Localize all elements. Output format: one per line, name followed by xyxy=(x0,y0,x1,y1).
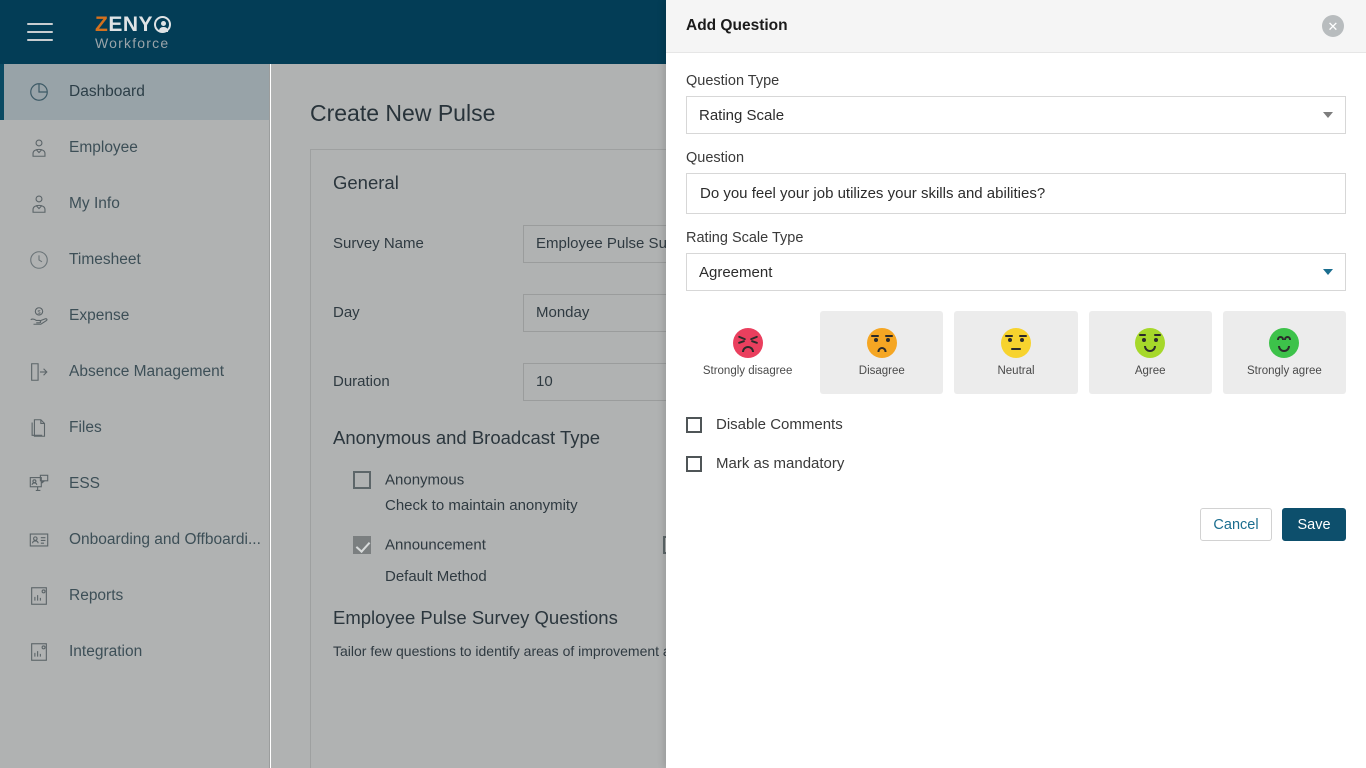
sidebar-item-integration[interactable]: Integration xyxy=(0,624,269,680)
logo-subtitle: Workforce xyxy=(95,35,170,51)
modal-title: Add Question xyxy=(686,17,788,34)
question-type-group: Question Type Rating Scale xyxy=(686,73,1346,134)
rating-scale-type-group: Rating Scale Type Agreement xyxy=(686,230,1346,291)
checkbox-label: Disable Comments xyxy=(716,416,843,433)
label-survey-name: Survey Name xyxy=(333,235,424,252)
hamburger-icon[interactable] xyxy=(27,23,53,41)
label-question: Question xyxy=(686,150,745,166)
sidebar-item-label: Onboarding and Offboardi... xyxy=(69,531,261,548)
checkbox-row-mark-as-mandatory[interactable]: Mark as mandatory xyxy=(686,455,1346,472)
close-circle-icon[interactable]: ✕ xyxy=(1322,15,1344,37)
sidebar-item-label: Dashboard xyxy=(69,83,145,100)
modal-checkbox-group: Disable Comments Mark as mandatory xyxy=(686,416,1346,472)
rating-option-label: Agree xyxy=(1134,365,1166,378)
question-group: Question Do you feel your job utilizes y… xyxy=(686,150,1346,214)
rating-option-agree[interactable]: Agree xyxy=(1088,311,1212,394)
checkbox-disable-comments[interactable] xyxy=(686,416,702,433)
modal-body: Question Type Rating Scale Question Do y… xyxy=(666,53,1366,541)
label-day: Day xyxy=(333,304,360,321)
person-circle-icon xyxy=(154,16,172,33)
door-exit-icon xyxy=(26,360,52,384)
select-question-type[interactable]: Rating Scale xyxy=(686,96,1346,134)
report-icon xyxy=(26,584,52,608)
sidebar-item-ess[interactable]: ESS xyxy=(0,456,269,512)
label-question-type: Question Type xyxy=(686,73,780,89)
sidebar-item-label: Timesheet xyxy=(69,251,141,268)
clock-icon xyxy=(26,248,52,272)
sidebar-item-label: Absence Management xyxy=(69,363,225,380)
chevron-down-icon xyxy=(1323,112,1333,118)
rating-option-label: Strongly agree xyxy=(1247,365,1322,378)
label-duration: Duration xyxy=(333,373,390,390)
checkbox-announcement[interactable] xyxy=(353,536,371,555)
neutral-face-icon xyxy=(1001,328,1031,359)
checkbox-mark-as-mandatory[interactable] xyxy=(686,455,702,472)
logo-text-z: Z xyxy=(95,13,109,36)
sidebar-item-label: ESS xyxy=(69,475,101,492)
rating-option-label: Disagree xyxy=(858,365,905,378)
rating-option-label: Neutral xyxy=(997,365,1035,378)
rating-option-label: Strongly disagree xyxy=(702,365,793,378)
sidebar: Dashboard Employee My Info Timesheet $ Expens… xyxy=(0,64,270,768)
sidebar-item-dashboard[interactable]: Dashboard xyxy=(0,64,269,120)
sidebar-item-absence-management[interactable]: Absence Management xyxy=(0,344,269,400)
sidebar-item-timesheet[interactable]: Timesheet xyxy=(0,232,269,288)
sidebar-item-files[interactable]: Files xyxy=(0,400,269,456)
sidebar-item-expense[interactable]: $ Expense xyxy=(0,288,269,344)
pie-chart-icon xyxy=(26,80,52,104)
rating-option-neutral[interactable]: Neutral xyxy=(954,311,1078,394)
integration-icon xyxy=(26,640,52,664)
input-question[interactable]: Do you feel your job utilizes your skill… xyxy=(686,173,1346,214)
sidebar-item-label: Expense xyxy=(69,307,130,324)
label-announcement: Announcement xyxy=(385,536,486,554)
sidebar-item-label: Employee xyxy=(69,139,138,156)
sidebar-item-label: My Info xyxy=(69,195,120,212)
sidebar-item-label: Integration xyxy=(69,643,143,660)
modal-header: Add Question ✕ xyxy=(666,0,1366,53)
employee-icon xyxy=(26,136,52,160)
sidebar-item-employee[interactable]: Employee xyxy=(0,120,269,176)
rating-option-disagree[interactable]: Disagree xyxy=(820,311,944,394)
save-button[interactable]: Save xyxy=(1282,508,1346,541)
smile-face-icon xyxy=(1135,328,1166,359)
label-rating-scale-type: Rating Scale Type xyxy=(686,230,804,246)
files-icon xyxy=(26,416,52,440)
my-info-icon xyxy=(26,192,52,216)
select-rating-scale-type-value: Agreement xyxy=(699,263,773,281)
add-question-modal: Add Question ✕ Question Type Rating Scal… xyxy=(666,0,1366,768)
select-rating-scale-type[interactable]: Agreement xyxy=(686,253,1346,291)
svg-text:$: $ xyxy=(37,310,40,316)
checkbox-row-disable-comments[interactable]: Disable Comments xyxy=(686,416,1346,433)
rating-options-row: Strongly disagree Disagree Neutral Agree Str… xyxy=(686,311,1347,394)
ess-monitor-icon xyxy=(26,472,52,496)
sub-announcement: Default Method xyxy=(385,568,487,586)
id-card-icon xyxy=(26,528,52,552)
rating-option-strongly-disagree[interactable]: Strongly disagree xyxy=(686,311,810,394)
rating-option-strongly-agree[interactable]: Strongly agree xyxy=(1222,311,1347,394)
sad-face-icon xyxy=(866,328,897,359)
checkbox-label: Mark as mandatory xyxy=(716,455,845,472)
logo-text-eny: ENY xyxy=(108,13,154,36)
label-anonymous: Anonymous xyxy=(385,471,465,489)
cancel-button[interactable]: Cancel xyxy=(1200,508,1272,541)
sidebar-item-reports[interactable]: Reports xyxy=(0,568,269,624)
modal-actions: Cancel Save xyxy=(686,508,1346,541)
sidebar-item-label: Reports xyxy=(69,587,124,604)
expense-hand-icon: $ xyxy=(26,304,52,328)
checkbox-anonymous[interactable] xyxy=(353,471,371,489)
app-logo: ZENY Workforce xyxy=(95,13,172,51)
select-question-type-value: Rating Scale xyxy=(699,106,785,124)
sidebar-item-my-info[interactable]: My Info xyxy=(0,176,269,232)
happy-face-icon xyxy=(1269,328,1300,359)
angry-face-icon xyxy=(732,328,763,359)
sidebar-item-onboarding-and-offboardi[interactable]: Onboarding and Offboardi... xyxy=(0,512,269,568)
sidebar-item-label: Files xyxy=(69,419,102,436)
chevron-down-icon xyxy=(1323,269,1333,275)
